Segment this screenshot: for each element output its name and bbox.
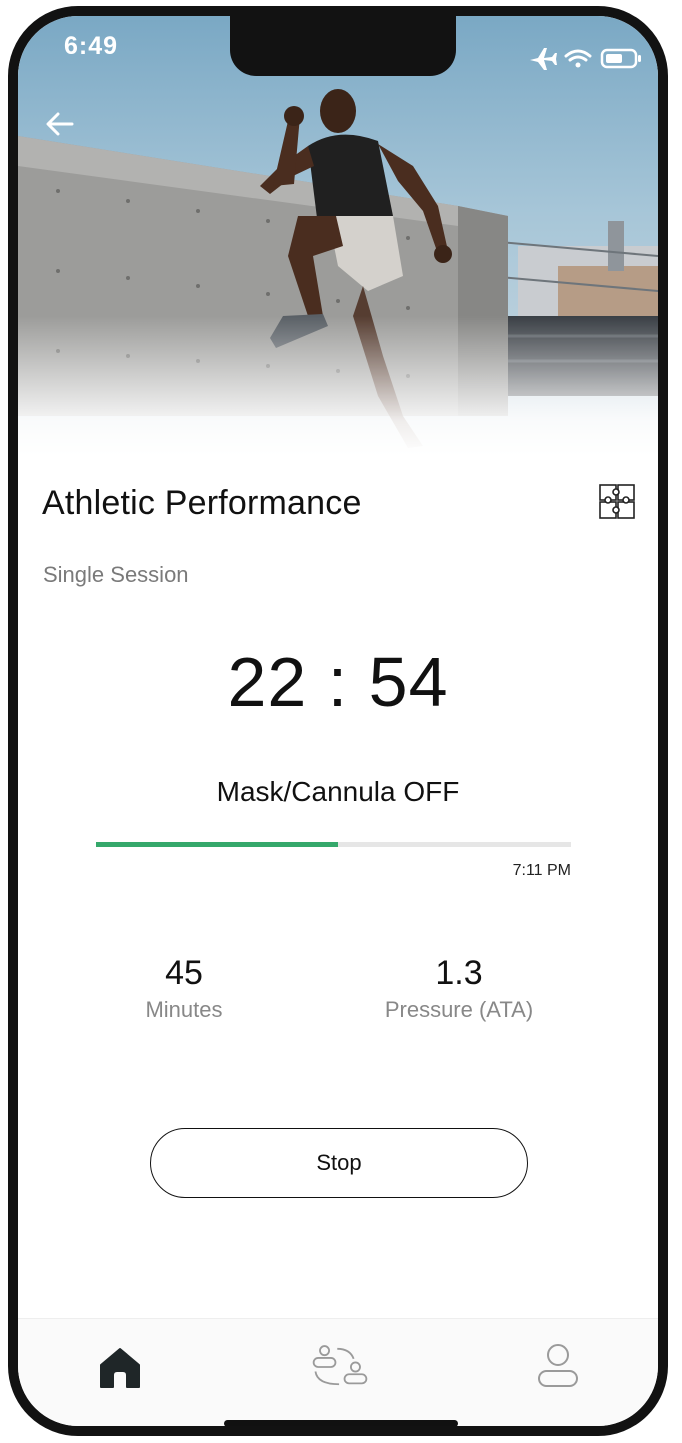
home-icon [100,1348,140,1388]
tab-bar [18,1318,658,1426]
back-arrow-icon[interactable] [44,108,76,144]
wifi-icon [564,49,592,68]
tab-profile[interactable] [528,1337,588,1397]
sessions-icon [312,1345,368,1386]
session-subtitle: Single Session [43,562,189,587]
tab-sessions[interactable] [310,1337,370,1397]
stat-minutes-value: 45 [165,954,203,992]
hero-image [18,16,658,456]
status-icons [528,44,648,78]
profile-icon [538,1344,578,1387]
session-status: Mask/Cannula OFF [216,776,460,807]
stat-pressure: 1.3 Pressure (ATA) [349,954,569,1023]
stat-minutes-label: Minutes [145,997,223,1022]
hero-fade [18,316,658,456]
progress-bar [96,842,571,847]
session-timer: 22 : 54 [227,643,449,721]
stop-button[interactable]: Stop [150,1128,528,1198]
stat-minutes: 45 Minutes [74,954,294,1023]
battery-icon [600,48,641,69]
session-title: Athletic Performance [42,484,362,522]
home-indicator [224,1420,458,1426]
phone-frame: 6:49 Athletic Performance Single Session… [8,6,668,1436]
end-time: 7:11 PM [512,862,571,879]
progress-fill [96,842,339,847]
stat-pressure-value: 1.3 [435,954,483,992]
airplane-icon [530,48,557,70]
stat-pressure-label: Pressure (ATA) [384,997,534,1022]
status-time: 6:49 [64,32,119,60]
notch [230,16,456,76]
puzzle-icon[interactable] [598,482,638,526]
tab-home[interactable] [90,1337,150,1397]
